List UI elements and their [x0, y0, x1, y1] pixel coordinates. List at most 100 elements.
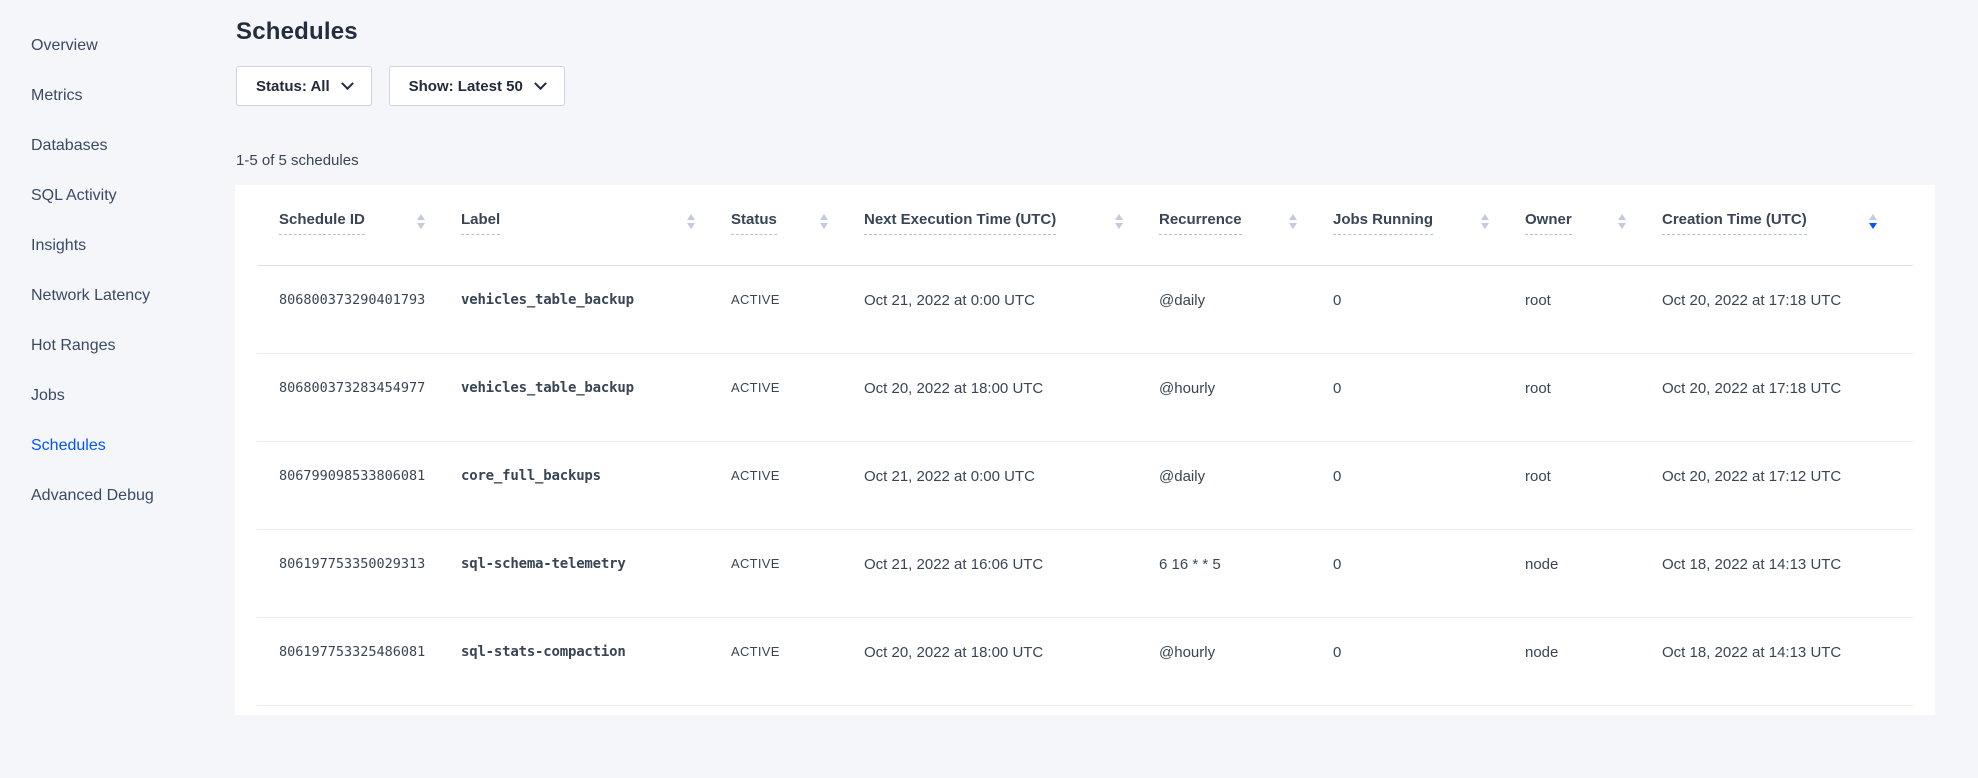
- cell-label: vehicles_table_backup: [461, 354, 731, 442]
- sort-caret-down-icon: [417, 223, 425, 229]
- sort-carets-icon: [417, 214, 425, 229]
- sidebar-item-sql-activity[interactable]: SQL Activity: [31, 171, 216, 221]
- column-header-status[interactable]: Status: [731, 185, 864, 266]
- status-filter-dropdown[interactable]: Status: All: [236, 66, 372, 106]
- sort-carets-icon: [687, 214, 695, 229]
- cell-jobs_running: 0: [1333, 618, 1525, 706]
- cell-status: ACTIVE: [731, 530, 864, 618]
- chevron-down-icon: [341, 77, 354, 90]
- cell-next_execution: Oct 21, 2022 at 0:00 UTC: [864, 266, 1159, 354]
- show-filter-label: Show: Latest 50: [409, 78, 523, 95]
- column-header-schedule-id[interactable]: Schedule ID: [257, 185, 461, 266]
- table-row: 806800373290401793vehicles_table_backupA…: [257, 266, 1913, 354]
- sidebar-item-hot-ranges[interactable]: Hot Ranges: [31, 321, 216, 371]
- table-row: 806197753325486081sql-stats-compactionAC…: [257, 618, 1913, 706]
- sidebar-item-network-latency[interactable]: Network Latency: [31, 271, 216, 321]
- status-filter-label: Status: All: [256, 78, 330, 95]
- cell-creation_time: Oct 20, 2022 at 17:12 UTC: [1662, 442, 1913, 530]
- cell-jobs_running: 0: [1333, 354, 1525, 442]
- sort-caret-down-icon: [1289, 223, 1297, 229]
- sort-carets-icon: [1481, 214, 1489, 229]
- column-label: Recurrence: [1159, 211, 1242, 235]
- column-label: Creation Time (UTC): [1662, 211, 1807, 235]
- cell-recurrence: @daily: [1159, 442, 1333, 530]
- cell-schedule_id: 806800373290401793: [257, 266, 461, 354]
- cell-recurrence: 6 16 * * 5: [1159, 530, 1333, 618]
- cell-jobs_running: 0: [1333, 442, 1525, 530]
- sidebar-item-jobs[interactable]: Jobs: [31, 371, 216, 421]
- show-filter-dropdown[interactable]: Show: Latest 50: [389, 66, 565, 106]
- cell-schedule_id: 806800373283454977: [257, 354, 461, 442]
- chevron-down-icon: [534, 77, 547, 90]
- column-label: Label: [461, 211, 500, 235]
- cell-schedule_id: 806197753325486081: [257, 618, 461, 706]
- sort-carets-icon: [820, 214, 828, 229]
- cell-label: sql-schema-telemetry: [461, 530, 731, 618]
- sort-caret-down-icon: [1481, 223, 1489, 229]
- sidebar-nav: OverviewMetricsDatabasesSQL ActivityInsi…: [31, 21, 216, 521]
- sidebar-item-insights[interactable]: Insights: [31, 221, 216, 271]
- cell-owner: root: [1525, 442, 1662, 530]
- table-header-row: Schedule IDLabel Status Next Execution Tim…: [257, 185, 1913, 266]
- column-header-owner[interactable]: Owner: [1525, 185, 1662, 266]
- column-header-creation-time-utc[interactable]: Creation Time (UTC): [1662, 185, 1913, 266]
- cell-status: ACTIVE: [731, 266, 864, 354]
- table-row: 806800373283454977vehicles_table_backupA…: [257, 354, 1913, 442]
- cell-owner: node: [1525, 530, 1662, 618]
- cell-creation_time: Oct 18, 2022 at 14:13 UTC: [1662, 618, 1913, 706]
- table-row: 806799098533806081core_full_backupsACTIV…: [257, 442, 1913, 530]
- cell-creation_time: Oct 18, 2022 at 14:13 UTC: [1662, 530, 1913, 618]
- sort-carets-icon: [1618, 214, 1626, 229]
- sidebar-item-metrics[interactable]: Metrics: [31, 71, 216, 121]
- cell-owner: root: [1525, 266, 1662, 354]
- cell-schedule_id: 806799098533806081: [257, 442, 461, 530]
- sort-caret-up-icon: [1289, 214, 1297, 220]
- sort-caret-down-icon: [820, 223, 828, 229]
- sort-caret-up-icon: [417, 214, 425, 220]
- sort-caret-down-icon: [1618, 223, 1626, 229]
- column-header-label[interactable]: Label: [461, 185, 731, 266]
- cell-owner: node: [1525, 618, 1662, 706]
- column-header-jobs-running[interactable]: Jobs Running: [1333, 185, 1525, 266]
- cell-jobs_running: 0: [1333, 530, 1525, 618]
- sort-caret-up-icon: [1618, 214, 1626, 220]
- sidebar-item-overview[interactable]: Overview: [31, 21, 216, 71]
- results-count: 1-5 of 5 schedules: [236, 152, 359, 169]
- cell-creation_time: Oct 20, 2022 at 17:18 UTC: [1662, 354, 1913, 442]
- sidebar-item-advanced-debug[interactable]: Advanced Debug: [31, 471, 216, 521]
- sort-caret-down-icon: [687, 223, 695, 229]
- column-label: Status: [731, 211, 777, 235]
- sidebar-item-schedules[interactable]: Schedules: [31, 421, 216, 471]
- schedules-table-card: Schedule IDLabel Status Next Execution Tim…: [235, 185, 1935, 715]
- cell-recurrence: @hourly: [1159, 354, 1333, 442]
- sort-carets-icon: [1869, 214, 1877, 229]
- cell-next_execution: Oct 21, 2022 at 0:00 UTC: [864, 442, 1159, 530]
- cell-owner: root: [1525, 354, 1662, 442]
- sort-caret-up-icon: [1115, 214, 1123, 220]
- cell-status: ACTIVE: [731, 442, 864, 530]
- column-header-next-execution-time-utc[interactable]: Next Execution Time (UTC): [864, 185, 1159, 266]
- sort-carets-icon: [1115, 214, 1123, 229]
- filter-bar: Status: All Show: Latest 50: [236, 66, 565, 106]
- page-title: Schedules: [236, 18, 358, 46]
- sidebar-item-databases[interactable]: Databases: [31, 121, 216, 171]
- column-label: Owner: [1525, 211, 1572, 235]
- cell-status: ACTIVE: [731, 354, 864, 442]
- cell-next_execution: Oct 20, 2022 at 18:00 UTC: [864, 354, 1159, 442]
- column-label: Jobs Running: [1333, 211, 1433, 235]
- table-body: 806800373290401793vehicles_table_backupA…: [257, 266, 1913, 706]
- column-header-recurrence[interactable]: Recurrence: [1159, 185, 1333, 266]
- sort-caret-up-icon: [1869, 214, 1877, 220]
- sort-caret-down-icon: [1115, 223, 1123, 229]
- schedules-table: Schedule IDLabel Status Next Execution Tim…: [257, 185, 1913, 706]
- table-row: 806197753350029313sql-schema-telemetryAC…: [257, 530, 1913, 618]
- cell-next_execution: Oct 20, 2022 at 18:00 UTC: [864, 618, 1159, 706]
- sort-carets-icon: [1289, 214, 1297, 229]
- cell-next_execution: Oct 21, 2022 at 16:06 UTC: [864, 530, 1159, 618]
- sort-caret-up-icon: [1481, 214, 1489, 220]
- cell-label: sql-stats-compaction: [461, 618, 731, 706]
- cell-status: ACTIVE: [731, 618, 864, 706]
- cell-recurrence: @daily: [1159, 266, 1333, 354]
- cell-schedule_id: 806197753350029313: [257, 530, 461, 618]
- sort-caret-up-icon: [820, 214, 828, 220]
